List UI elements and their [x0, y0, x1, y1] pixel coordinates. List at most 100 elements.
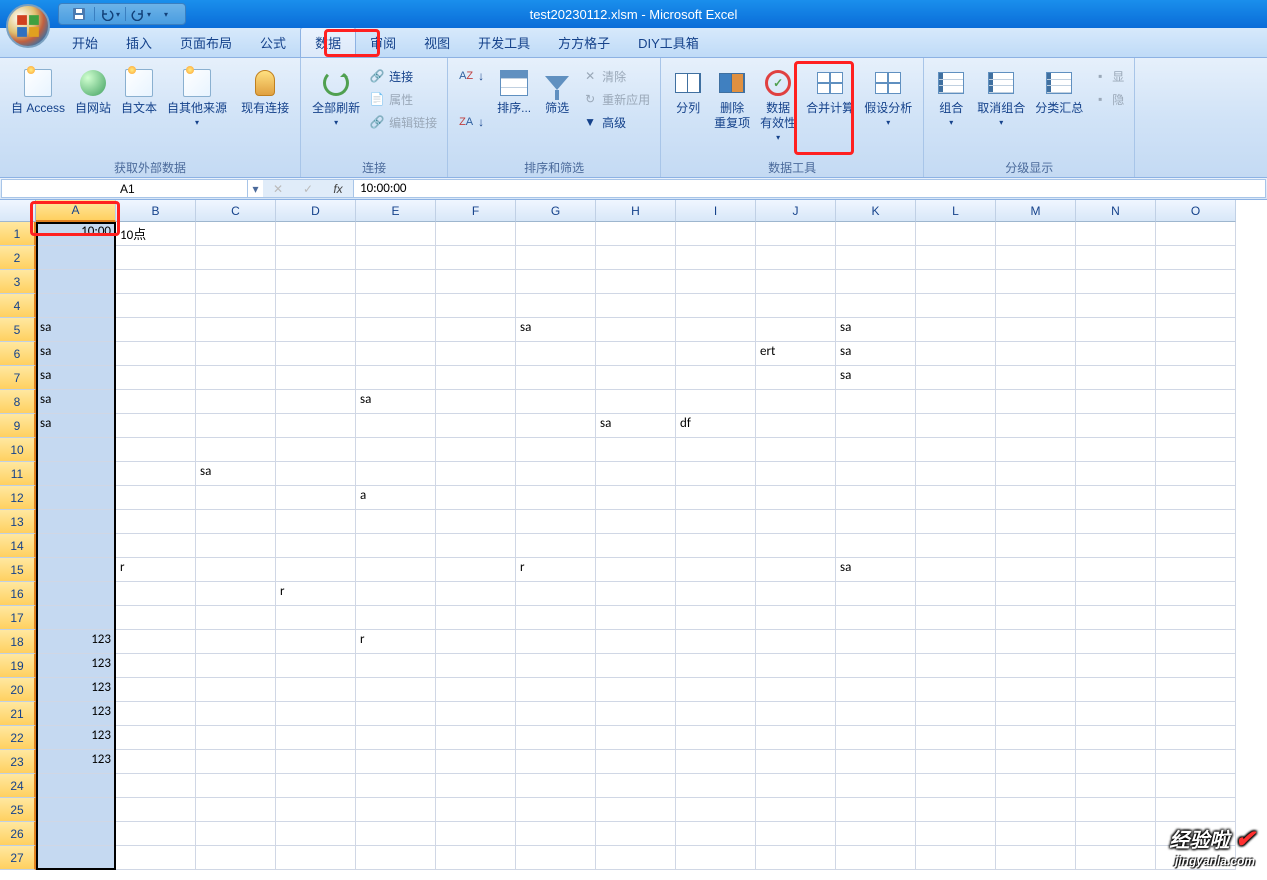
cell-N18[interactable]	[1076, 630, 1156, 654]
cell-A24[interactable]	[36, 774, 116, 798]
cell-I22[interactable]	[676, 726, 756, 750]
cell-I8[interactable]	[676, 390, 756, 414]
cell-M23[interactable]	[996, 750, 1076, 774]
cell-E21[interactable]	[356, 702, 436, 726]
tab-data[interactable]: 数据	[300, 27, 356, 57]
cell-G16[interactable]	[516, 582, 596, 606]
cell-B21[interactable]	[116, 702, 196, 726]
cell-F25[interactable]	[436, 798, 516, 822]
cell-G21[interactable]	[516, 702, 596, 726]
clear-filter-button[interactable]: ✕清除	[578, 66, 654, 86]
cell-G1[interactable]	[516, 222, 596, 246]
cell-H12[interactable]	[596, 486, 676, 510]
cell-I9[interactable]: df	[676, 414, 756, 438]
cell-E2[interactable]	[356, 246, 436, 270]
cell-B6[interactable]	[116, 342, 196, 366]
cell-M8[interactable]	[996, 390, 1076, 414]
cell-I20[interactable]	[676, 678, 756, 702]
enter-formula-button[interactable]: ✓	[293, 180, 323, 197]
cell-K8[interactable]	[836, 390, 916, 414]
cell-N23[interactable]	[1076, 750, 1156, 774]
cell-K12[interactable]	[836, 486, 916, 510]
filter-button[interactable]: 筛选	[536, 64, 578, 152]
cell-F13[interactable]	[436, 510, 516, 534]
row-header-21[interactable]: 21	[0, 702, 36, 726]
cell-N21[interactable]	[1076, 702, 1156, 726]
row-header-26[interactable]: 26	[0, 822, 36, 846]
cell-L6[interactable]	[916, 342, 996, 366]
cell-I23[interactable]	[676, 750, 756, 774]
cell-I15[interactable]	[676, 558, 756, 582]
cell-A18[interactable]: 123	[36, 630, 116, 654]
cell-N6[interactable]	[1076, 342, 1156, 366]
cell-G22[interactable]	[516, 726, 596, 750]
cell-B23[interactable]	[116, 750, 196, 774]
cell-D16[interactable]: r	[276, 582, 356, 606]
column-header-I[interactable]: I	[676, 200, 756, 222]
cell-F26[interactable]	[436, 822, 516, 846]
cell-D19[interactable]	[276, 654, 356, 678]
cell-H25[interactable]	[596, 798, 676, 822]
from-other-button[interactable]: 自其他来源▾	[162, 64, 232, 152]
cell-A15[interactable]	[36, 558, 116, 582]
cell-D8[interactable]	[276, 390, 356, 414]
cell-F19[interactable]	[436, 654, 516, 678]
cell-J11[interactable]	[756, 462, 836, 486]
cell-J5[interactable]	[756, 318, 836, 342]
cell-M3[interactable]	[996, 270, 1076, 294]
cell-H20[interactable]	[596, 678, 676, 702]
cell-E22[interactable]	[356, 726, 436, 750]
consolidate-button[interactable]: 合并计算	[801, 64, 859, 152]
cell-G2[interactable]	[516, 246, 596, 270]
cell-D12[interactable]	[276, 486, 356, 510]
cell-H3[interactable]	[596, 270, 676, 294]
cell-A4[interactable]	[36, 294, 116, 318]
cell-J18[interactable]	[756, 630, 836, 654]
cell-D1[interactable]	[276, 222, 356, 246]
row-header-17[interactable]: 17	[0, 606, 36, 630]
cell-I6[interactable]	[676, 342, 756, 366]
cell-B15[interactable]: r	[116, 558, 196, 582]
row-header-4[interactable]: 4	[0, 294, 36, 318]
cell-F8[interactable]	[436, 390, 516, 414]
cell-H1[interactable]	[596, 222, 676, 246]
cell-L13[interactable]	[916, 510, 996, 534]
cell-I18[interactable]	[676, 630, 756, 654]
cell-L11[interactable]	[916, 462, 996, 486]
tab-fangfang[interactable]: 方方格子	[544, 28, 624, 57]
cell-E15[interactable]	[356, 558, 436, 582]
cell-O6[interactable]	[1156, 342, 1236, 366]
cell-A22[interactable]: 123	[36, 726, 116, 750]
from-access-button[interactable]: 自 Access	[6, 64, 70, 152]
cell-H10[interactable]	[596, 438, 676, 462]
cell-N19[interactable]	[1076, 654, 1156, 678]
cell-E5[interactable]	[356, 318, 436, 342]
cell-M20[interactable]	[996, 678, 1076, 702]
cell-L2[interactable]	[916, 246, 996, 270]
cell-L14[interactable]	[916, 534, 996, 558]
cell-I25[interactable]	[676, 798, 756, 822]
cell-I7[interactable]	[676, 366, 756, 390]
cell-G11[interactable]	[516, 462, 596, 486]
group-button[interactable]: 组合▾	[930, 64, 972, 152]
cell-F2[interactable]	[436, 246, 516, 270]
row-header-8[interactable]: 8	[0, 390, 36, 414]
cell-O10[interactable]	[1156, 438, 1236, 462]
cell-L22[interactable]	[916, 726, 996, 750]
row-header-13[interactable]: 13	[0, 510, 36, 534]
cell-K1[interactable]	[836, 222, 916, 246]
cell-J9[interactable]	[756, 414, 836, 438]
cell-C27[interactable]	[196, 846, 276, 870]
cell-A26[interactable]	[36, 822, 116, 846]
cell-I5[interactable]	[676, 318, 756, 342]
cell-D11[interactable]	[276, 462, 356, 486]
cell-J15[interactable]	[756, 558, 836, 582]
cell-F22[interactable]	[436, 726, 516, 750]
cell-D5[interactable]	[276, 318, 356, 342]
cell-O11[interactable]	[1156, 462, 1236, 486]
cell-A7[interactable]: sa	[36, 366, 116, 390]
cell-I13[interactable]	[676, 510, 756, 534]
tab-review[interactable]: 审阅	[356, 28, 410, 57]
select-all-corner[interactable]	[0, 200, 36, 222]
cell-G4[interactable]	[516, 294, 596, 318]
